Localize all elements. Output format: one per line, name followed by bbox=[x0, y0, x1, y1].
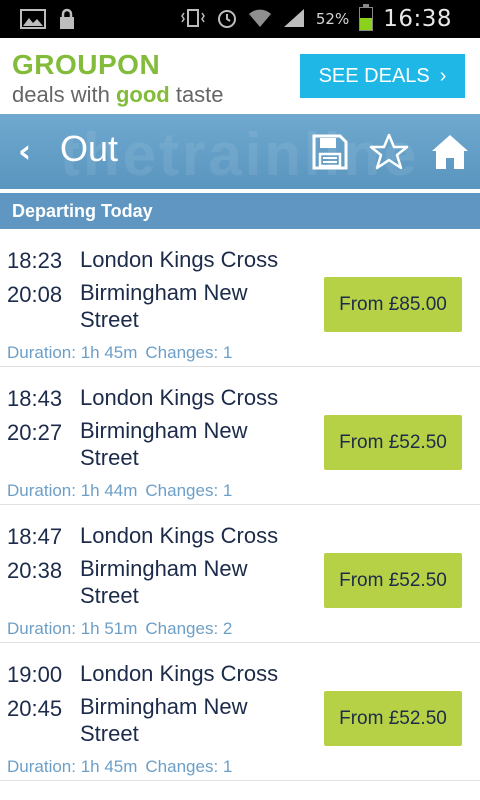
back-button[interactable]: ‹ bbox=[18, 132, 31, 170]
price-button[interactable]: From £52.50 bbox=[324, 553, 462, 608]
page-title: Out bbox=[60, 128, 119, 169]
gallery-icon bbox=[20, 9, 46, 32]
arrive-time: 20:38 bbox=[7, 558, 63, 583]
journey-meta: Duration: 1h 45m Changes: 1 bbox=[7, 757, 240, 777]
depart-station: London Kings Cross bbox=[80, 661, 279, 686]
battery-icon bbox=[359, 4, 374, 31]
ad-tagline-prefix: deals with bbox=[12, 82, 116, 107]
section-title: Departing Today bbox=[12, 201, 153, 221]
arrive-station: Birmingham New Street bbox=[80, 280, 248, 332]
depart-station: London Kings Cross bbox=[80, 247, 279, 272]
chevron-right-icon: › bbox=[439, 64, 447, 87]
ad-tagline-suffix: taste bbox=[169, 82, 224, 107]
section-header: Departing Today bbox=[0, 189, 480, 229]
battery-percent: 52% bbox=[315, 10, 350, 28]
price-button[interactable]: From £52.50 bbox=[324, 415, 462, 470]
ad-brand-logo: GROUPON bbox=[12, 49, 161, 80]
journey-row[interactable]: 18:47 London Kings Cross 20:38 Birmingha… bbox=[0, 505, 480, 643]
ad-tagline: deals with good taste bbox=[12, 82, 224, 108]
star-icon[interactable] bbox=[369, 132, 409, 172]
save-icon[interactable] bbox=[310, 132, 350, 172]
duration: Duration: 1h 44m bbox=[7, 481, 138, 500]
depart-time: 19:00 bbox=[7, 662, 63, 687]
depart-time: 18:23 bbox=[7, 248, 63, 273]
changes: Changes: 2 bbox=[145, 619, 233, 638]
duration: Duration: 1h 45m bbox=[7, 343, 138, 362]
arrive-station: Birmingham New Street bbox=[80, 418, 248, 470]
toolbar: thetrainline ‹ Out bbox=[0, 114, 480, 189]
depart-time: 18:43 bbox=[7, 386, 63, 411]
arrive-station: Birmingham New Street bbox=[80, 556, 248, 608]
journey-meta: Duration: 1h 44m Changes: 1 bbox=[7, 481, 240, 501]
changes: Changes: 1 bbox=[145, 481, 233, 500]
changes: Changes: 1 bbox=[145, 757, 233, 776]
depart-station: London Kings Cross bbox=[80, 385, 279, 410]
depart-station: London Kings Cross bbox=[80, 523, 279, 548]
journey-meta: Duration: 1h 51m Changes: 2 bbox=[7, 619, 240, 639]
alarm-icon bbox=[216, 7, 238, 32]
arrive-time: 20:45 bbox=[7, 696, 63, 721]
price-button[interactable]: From £52.50 bbox=[324, 691, 462, 746]
status-bar: 52% 16:38 bbox=[0, 0, 480, 38]
signal-icon bbox=[282, 8, 306, 31]
home-icon[interactable] bbox=[430, 132, 470, 172]
journey-row[interactable]: 18:23 London Kings Cross 20:08 Birmingha… bbox=[0, 229, 480, 367]
price-button[interactable]: From £85.00 bbox=[324, 277, 462, 332]
see-deals-button[interactable]: SEE DEALS › bbox=[300, 54, 465, 98]
arrive-time: 20:08 bbox=[7, 282, 63, 307]
journey-row[interactable]: 18:43 London Kings Cross 20:27 Birmingha… bbox=[0, 367, 480, 505]
arrive-time: 20:27 bbox=[7, 420, 63, 445]
see-deals-label: SEE DEALS bbox=[318, 64, 430, 87]
changes: Changes: 1 bbox=[145, 343, 233, 362]
ad-banner[interactable]: GROUPON deals with good taste SEE DEALS … bbox=[0, 38, 480, 115]
ad-tagline-highlight: good bbox=[115, 82, 170, 107]
duration: Duration: 1h 51m bbox=[7, 619, 138, 638]
journey-row[interactable]: 19:00 London Kings Cross 20:45 Birmingha… bbox=[0, 643, 480, 781]
clock: 16:38 bbox=[383, 6, 452, 32]
arrive-station: Birmingham New Street bbox=[80, 694, 248, 746]
journey-meta: Duration: 1h 45m Changes: 1 bbox=[7, 343, 240, 363]
lock-icon bbox=[58, 8, 76, 33]
depart-time: 18:47 bbox=[7, 524, 63, 549]
journey-list: 18:23 London Kings Cross 20:08 Birmingha… bbox=[0, 229, 480, 781]
wifi-icon bbox=[248, 8, 272, 31]
duration: Duration: 1h 45m bbox=[7, 757, 138, 776]
vibrate-icon bbox=[180, 8, 206, 31]
